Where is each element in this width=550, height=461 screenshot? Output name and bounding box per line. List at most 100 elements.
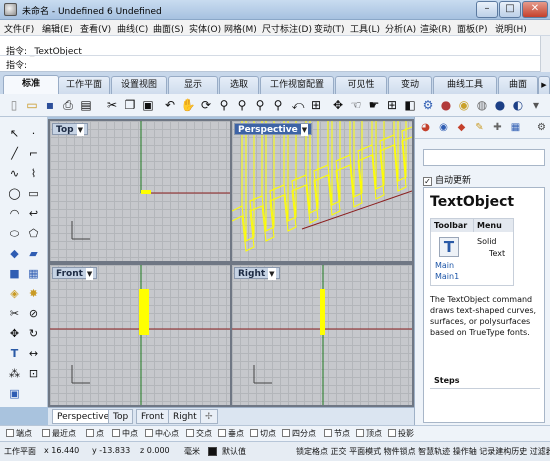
surface-icon[interactable]: ◆ bbox=[6, 245, 23, 262]
chevron-down-icon[interactable]: ▼ bbox=[300, 124, 309, 136]
menu-analyze[interactable]: 分析(A) bbox=[385, 22, 416, 35]
menu-curve[interactable]: 曲线(C) bbox=[117, 22, 148, 35]
tab-set-view[interactable]: 设置视图 bbox=[111, 76, 167, 94]
menu-panels[interactable]: 面板(P) bbox=[457, 22, 487, 35]
options-icon[interactable]: ▾ bbox=[528, 97, 544, 113]
vptab-front[interactable]: Front bbox=[136, 409, 169, 424]
status-modes[interactable]: 锁定格点 正交 平面模式 物件锁点 智慧轨迹 操作轴 记录建构历史 过滤器 bbox=[296, 446, 550, 457]
osnap-point[interactable]: 点 bbox=[86, 428, 104, 439]
close-button[interactable]: ✕ bbox=[522, 1, 548, 18]
menu-surface[interactable]: 曲面(S) bbox=[153, 22, 184, 35]
zoom-window-icon[interactable]: ⚲ bbox=[234, 97, 250, 113]
layer-icon[interactable]: ◧ bbox=[402, 97, 418, 113]
osnap-perp[interactable]: 垂点 bbox=[218, 428, 244, 439]
rotate-view-icon[interactable]: ⟳ bbox=[198, 97, 214, 113]
viewport-perspective[interactable]: Perspective ▼ bbox=[232, 121, 412, 261]
render-preview-icon[interactable]: ◍ bbox=[474, 97, 490, 113]
osnap-knot[interactable]: 节点 bbox=[324, 428, 350, 439]
move-icon[interactable]: ✥ bbox=[330, 97, 346, 113]
viewport-front[interactable]: Front ▼ bbox=[50, 265, 230, 405]
tab-surface[interactable]: 曲面 bbox=[498, 76, 538, 94]
tab-scroll-right-icon[interactable]: ▶ bbox=[538, 76, 550, 94]
polyline-icon[interactable]: ⌐ bbox=[25, 145, 42, 162]
menu-help[interactable]: 说明(H) bbox=[495, 22, 527, 35]
osnap-end[interactable]: 端点 bbox=[6, 428, 32, 439]
status-layer[interactable]: 默认值 bbox=[222, 446, 246, 457]
grid-icon[interactable]: ⊞ bbox=[384, 97, 400, 113]
osnap-center[interactable]: 中心点 bbox=[145, 428, 179, 439]
viewport-title-right[interactable]: Right ▼ bbox=[234, 267, 280, 280]
osnap-tan[interactable]: 切点 bbox=[250, 428, 276, 439]
four-view-icon[interactable]: ⊞ bbox=[308, 97, 324, 113]
layer-object-icon[interactable]: ▣ bbox=[6, 385, 23, 402]
polygon-icon[interactable]: ⬠ bbox=[25, 225, 42, 242]
tab-standard[interactable]: 标准 bbox=[3, 75, 59, 94]
minimize-button[interactable]: – bbox=[476, 1, 498, 18]
tab-viewport-layout[interactable]: 工作视窗配置 bbox=[260, 76, 334, 94]
save-icon[interactable]: ▪ bbox=[42, 97, 58, 113]
point-icon[interactable]: · bbox=[25, 125, 42, 142]
sphere-icon[interactable]: ● bbox=[492, 97, 508, 113]
undo-view-icon[interactable]: ⤺ bbox=[290, 97, 306, 113]
zoom-selected-icon[interactable]: ⚲ bbox=[270, 97, 286, 113]
menu-transform[interactable]: 变动(T) bbox=[314, 22, 345, 35]
layer-color-swatch[interactable] bbox=[208, 447, 217, 456]
display-icon[interactable]: ◆ bbox=[455, 121, 468, 134]
hand-icon[interactable]: ☜ bbox=[348, 97, 364, 113]
copy-icon[interactable]: ❐ bbox=[122, 97, 138, 113]
vptab-top[interactable]: Top bbox=[108, 409, 134, 424]
add-viewport-icon[interactable]: ✢ bbox=[200, 409, 218, 424]
osnap-vertex[interactable]: 顶点 bbox=[356, 428, 382, 439]
panel-options-icon[interactable]: ⚙ bbox=[535, 121, 548, 134]
viewport-top[interactable]: Top ▼ bbox=[50, 121, 230, 261]
gear-icon[interactable]: ⚙ bbox=[420, 97, 436, 113]
tab-cplanes[interactable]: 工作平面 bbox=[58, 76, 110, 94]
link-main1[interactable]: Main1 bbox=[435, 272, 459, 281]
print-icon[interactable]: ▤ bbox=[78, 97, 94, 113]
vptab-perspective[interactable]: Perspective bbox=[52, 409, 115, 424]
osnap-near[interactable]: 最近点 bbox=[42, 428, 76, 439]
group-icon[interactable]: ⁂ bbox=[6, 365, 23, 382]
tab-visibility[interactable]: 可见性 bbox=[335, 76, 387, 94]
auto-update-checkbox[interactable]: ✓ 自动更新 bbox=[423, 173, 471, 186]
fillet-icon[interactable]: ↩ bbox=[25, 205, 42, 222]
menu-mesh[interactable]: 网格(M) bbox=[224, 22, 257, 35]
link-main[interactable]: Main bbox=[435, 261, 454, 270]
status-cplane[interactable]: 工作平面 bbox=[4, 446, 36, 457]
osnap-intersection[interactable]: 交点 bbox=[186, 428, 212, 439]
undo-icon[interactable]: ↶ bbox=[162, 97, 178, 113]
material-library-icon[interactable]: ✚ bbox=[491, 121, 504, 134]
menu-file[interactable]: 文件(F) bbox=[4, 22, 34, 35]
tab-transform[interactable]: 变动 bbox=[388, 76, 432, 94]
trim-icon[interactable]: ✂ bbox=[6, 305, 23, 322]
osnap-project[interactable]: 投影 bbox=[388, 428, 414, 439]
viewport-right[interactable]: Right ▼ bbox=[232, 265, 412, 405]
command-prompt[interactable]: 指令: bbox=[6, 58, 27, 71]
menu-solid[interactable]: 实体(O) bbox=[189, 22, 221, 35]
rectangle-icon[interactable]: ▭ bbox=[25, 185, 42, 202]
extrude-icon[interactable]: ▰ bbox=[25, 245, 42, 262]
menu-dimension[interactable]: 尺寸标注(D) bbox=[262, 22, 312, 35]
tab-curve-tools[interactable]: 曲线工具 bbox=[433, 76, 497, 94]
tab-select[interactable]: 选取 bbox=[219, 76, 259, 94]
line-icon[interactable]: ╱ bbox=[6, 145, 23, 162]
zoom-icon[interactable]: ⚲ bbox=[216, 97, 232, 113]
box-icon[interactable]: ■ bbox=[6, 265, 23, 282]
move-object-icon[interactable]: ✥ bbox=[6, 325, 23, 342]
help-panel-icon[interactable]: ▦ bbox=[509, 121, 522, 134]
paste-icon[interactable]: ▣ bbox=[140, 97, 156, 113]
curve-icon[interactable]: ∿ bbox=[6, 165, 23, 182]
tab-display[interactable]: 显示 bbox=[168, 76, 218, 94]
mesh-icon[interactable]: ▦ bbox=[25, 265, 42, 282]
explode-icon[interactable]: ✸ bbox=[25, 285, 42, 302]
cut-icon[interactable]: ✂ bbox=[104, 97, 120, 113]
select-arrow-icon[interactable]: ↖ bbox=[6, 125, 23, 142]
menu-edit[interactable]: 编辑(E) bbox=[42, 22, 73, 35]
layers-icon[interactable]: ◉ bbox=[437, 121, 450, 134]
new-file-icon[interactable]: ▯ bbox=[6, 97, 22, 113]
viewport-title-top[interactable]: Top ▼ bbox=[52, 123, 88, 136]
osnap-quad[interactable]: 四分点 bbox=[282, 428, 316, 439]
rotate-object-icon[interactable]: ↻ bbox=[25, 325, 42, 342]
select-icon[interactable]: ☛ bbox=[366, 97, 382, 113]
viewport-title-front[interactable]: Front ▼ bbox=[52, 267, 98, 280]
